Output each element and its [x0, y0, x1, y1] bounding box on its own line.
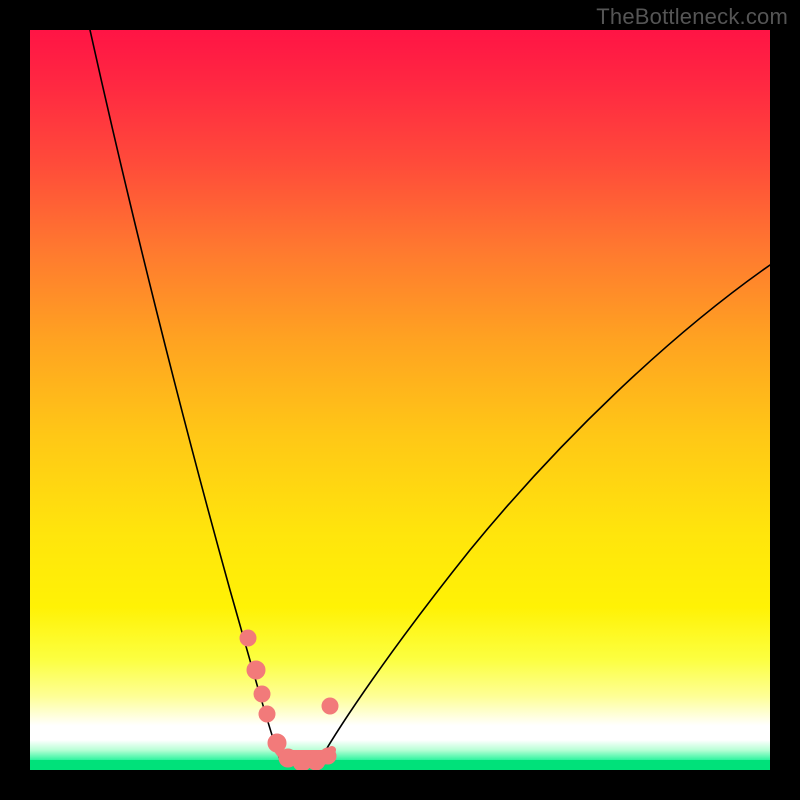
chart-stage: TheBottleneck.com	[0, 0, 800, 800]
left-curve	[90, 30, 280, 760]
watermark-text: TheBottleneck.com	[596, 4, 788, 30]
plot-area	[30, 30, 770, 770]
curve-layer	[30, 30, 770, 770]
marker-dot	[254, 686, 270, 702]
marker-dot	[247, 661, 265, 679]
right-curve	[320, 265, 770, 760]
marker-dot	[259, 706, 275, 722]
marker-dot	[240, 630, 256, 646]
marker-dot	[320, 748, 336, 764]
marker-dot	[322, 698, 338, 714]
